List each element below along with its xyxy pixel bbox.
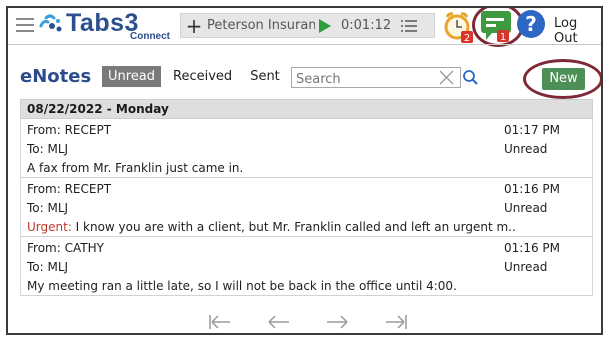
note-from: From: CATHY: [27, 241, 104, 255]
top-bar: Tabs3 Connect + Peterson Insuranc 0:01:1…: [8, 8, 601, 47]
note-to: To: MLJ: [27, 260, 69, 274]
top-divider: [8, 44, 601, 45]
timer-bar: + Peterson Insuranc 0:01:12: [180, 13, 435, 38]
note-from: From: RECEPT: [27, 182, 112, 196]
date-group-header: 08/22/2022 - Monday: [20, 99, 593, 119]
note-time: 01:16 PM: [504, 182, 560, 196]
timer-client-name[interactable]: Peterson Insuranc: [207, 18, 315, 33]
note-to: To: MLJ: [27, 142, 69, 156]
note-message-text: I know you are with a client, but Mr. Fr…: [71, 220, 517, 234]
note-urgent-prefix: Urgent:: [27, 220, 72, 234]
tab-unread[interactable]: Unread: [102, 66, 162, 87]
tab-received[interactable]: Received: [167, 66, 238, 87]
hamburger-menu-icon[interactable]: [16, 18, 34, 34]
note-message-text: A fax from Mr. Franklin just came in.: [27, 161, 244, 175]
svg-text:?: ?: [525, 12, 537, 36]
app-frame: Tabs3 Connect + Peterson Insuranc 0:01:1…: [6, 6, 603, 335]
list-item[interactable]: From: RECEPT To: MLJ Urgent: I know you …: [21, 178, 592, 237]
play-icon[interactable]: [319, 18, 331, 33]
brand-name: Tabs3: [66, 9, 139, 37]
search-box: [291, 67, 461, 89]
note-to: To: MLJ: [27, 201, 69, 215]
previous-page-icon[interactable]: [267, 312, 291, 332]
timer-elapsed: 0:01:12: [341, 18, 392, 33]
add-timer-icon[interactable]: +: [184, 16, 204, 36]
enotes-tabs: Unread Received Sent: [102, 66, 292, 87]
note-message-text: My meeting ran a little late, so I will …: [27, 279, 457, 293]
timer-list-icon[interactable]: [401, 19, 418, 33]
help-icon[interactable]: ?: [516, 9, 546, 39]
brand-sub: Connect: [130, 31, 170, 42]
note-time: 01:17 PM: [504, 123, 560, 137]
first-page-icon[interactable]: [208, 312, 232, 332]
note-message: My meeting ran a little late, so I will …: [27, 279, 517, 293]
note-time: 01:16 PM: [504, 241, 560, 255]
list-item[interactable]: From: CATHY To: MLJ My meeting ran a lit…: [21, 237, 592, 296]
tabs3-logo: Tabs3 Connect: [38, 9, 170, 44]
search-input[interactable]: [292, 70, 422, 89]
note-status: Unread: [504, 260, 548, 274]
new-button-highlight-ring: [523, 59, 601, 99]
logout-link[interactable]: Log Out: [554, 16, 601, 46]
note-status: Unread: [504, 142, 548, 156]
tabs3-logo-mark-icon: [39, 14, 62, 32]
reminders-alarm-icon[interactable]: 2: [442, 9, 476, 44]
list-item[interactable]: From: RECEPT To: MLJ A fax from Mr. Fran…: [21, 119, 592, 178]
next-page-icon[interactable]: [325, 312, 349, 332]
tab-sent[interactable]: Sent: [244, 66, 286, 87]
last-page-icon[interactable]: [384, 312, 408, 332]
note-from: From: RECEPT: [27, 123, 112, 137]
enotes-list: From: RECEPT To: MLJ A fax from Mr. Fran…: [20, 119, 593, 296]
note-status: Unread: [504, 201, 548, 215]
note-message: Urgent: I know you are with a client, bu…: [27, 220, 517, 234]
page-title: eNotes: [20, 66, 92, 87]
note-message: A fax from Mr. Franklin just came in.: [27, 161, 517, 175]
pager: [208, 311, 408, 333]
search-icon[interactable]: [462, 67, 480, 88]
clear-search-icon[interactable]: [439, 70, 454, 85]
alarm-badge-count: 2: [464, 33, 470, 43]
